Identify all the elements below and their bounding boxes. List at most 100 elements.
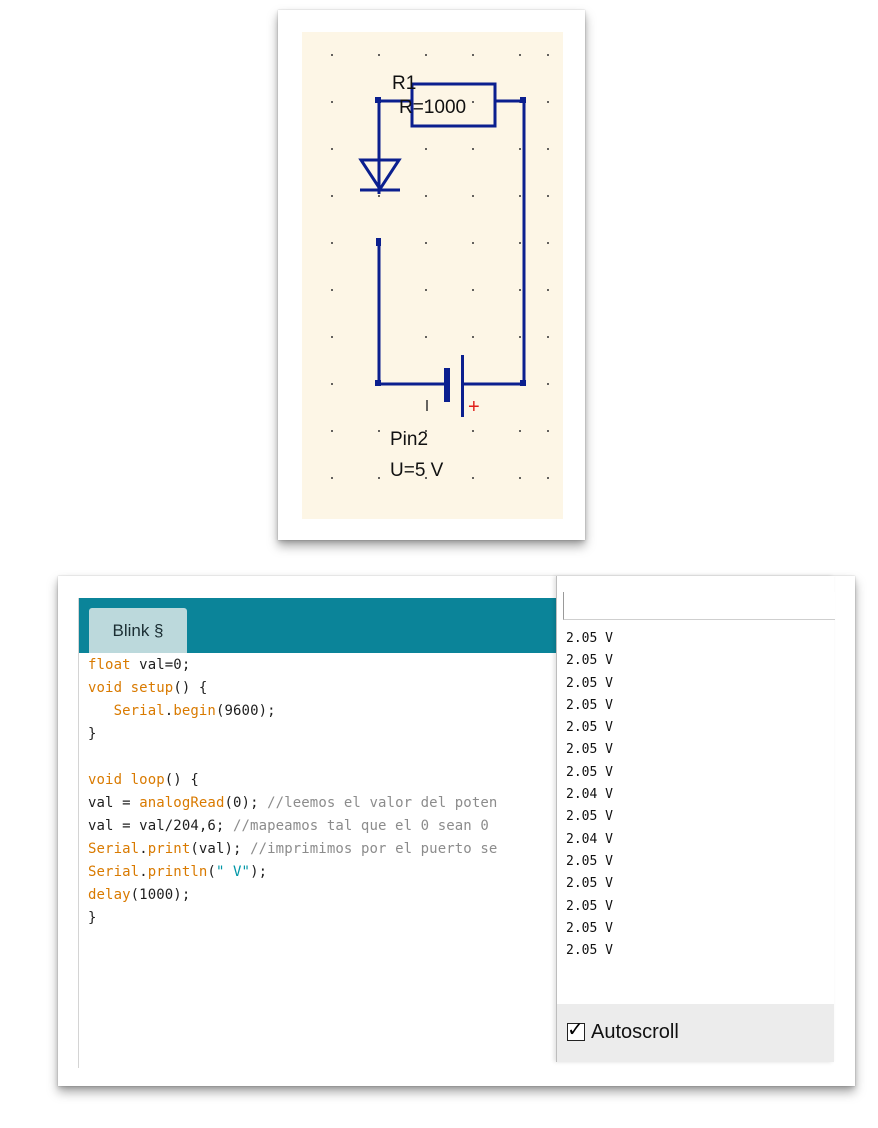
grid-dot [331,430,333,432]
arduino-ide-card: Blink § float val=0; void setup() { Seria… [58,576,855,1086]
grid-dot [425,148,427,150]
grid-dot [519,336,521,338]
grid-dot [519,430,521,432]
source-voltage-label: U=5 V [390,460,444,481]
grid-dot [472,195,474,197]
code-token: (0); [224,795,268,811]
serial-output-line: 2.05 V [566,920,613,936]
positive-terminal-marker: + [468,396,480,418]
code-token: loop [130,772,165,788]
serial-output-line: 2.05 V [566,675,613,691]
checkbox-box[interactable]: ✓ [567,1019,585,1041]
code-line: void loop() { [88,769,556,792]
code-token: (9600); [215,703,276,719]
serial-output-line: 2.05 V [566,697,613,713]
code-token: () { [164,772,199,788]
code-line: val = analogRead(0); //leemos el valor d… [88,792,556,815]
code-area[interactable]: float val=0; void setup() { Serial.begin(… [88,654,556,1054]
grid-dot [472,336,474,338]
grid-dot [425,289,427,291]
code-token: (val); [190,841,251,857]
source-name-label: Pin2 [390,429,428,450]
serial-output-line: 2.05 V [566,720,613,736]
grid-dot [425,242,427,244]
grid-dot [331,195,333,197]
code-editor[interactable]: Blink § float val=0; void setup() { Seria… [78,598,557,1068]
grid-dot [331,242,333,244]
schematic-canvas: + R1 R=1000 Pin2 U=5 V [302,32,563,519]
grid-dot [547,54,549,56]
wire-end-caps [375,97,526,386]
grid-dot [425,336,427,338]
editor-tab-bar: Blink § [79,598,557,653]
code-line: Serial.println(" V"); [88,861,556,884]
code-line: void setup() { [88,677,556,700]
resistor-value-label: R=1000 [399,97,466,118]
code-token: ); [250,864,268,880]
code-token: } [88,910,97,926]
code-token: println [147,864,208,880]
grid-dot [547,430,549,432]
code-token: . [139,841,148,857]
grid-dot [547,101,549,103]
serial-send-input[interactable] [563,592,835,620]
code-token: void [88,772,123,788]
serial-output-line: 2.05 V [566,853,613,869]
code-token: (1000); [130,887,191,903]
schematic-drawing: + R1 R=1000 Pin2 U=5 V [331,54,549,481]
code-token: setup [130,680,174,696]
code-line: Serial.print(val); //imprimimos por el p… [88,838,556,861]
serial-output-line: 2.05 V [566,898,613,914]
code-token: Serial [88,841,140,857]
serial-output-line: 2.04 V [566,787,613,803]
serial-monitor-footer: ✓ Autoscroll [557,1004,834,1062]
code-token: void [88,680,123,696]
grid-dot [519,289,521,291]
code-token: " V" [215,864,251,880]
grid-dot [472,289,474,291]
code-line: float val=0; [88,654,556,677]
grid-dot [331,101,333,103]
grid-dot [331,54,333,56]
grid-dot [547,383,549,385]
serial-output[interactable]: 2.05 V 2.05 V 2.05 V 2.05 V 2.05 V 2.05 V 2.05… [566,628,826,998]
grid-dot [519,195,521,197]
grid-dot [331,289,333,291]
grid-dot [547,336,549,338]
code-line: } [88,907,556,930]
serial-output-line: 2.05 V [566,631,613,646]
code-token: delay [88,887,131,903]
autoscroll-checkbox[interactable]: ✓ Autoscroll [567,1018,679,1046]
code-token: val = [88,795,140,811]
serial-monitor: 2.05 V 2.05 V 2.05 V 2.05 V 2.05 V 2.05 V 2.05… [556,576,835,1062]
code-line: val = val/204,6; //mapeamos tal que el 0… [88,815,556,838]
grid-dot [331,148,333,150]
grid-dot [425,195,427,197]
grid-dot [425,54,427,56]
grid-dot [519,148,521,150]
grid-dot [519,54,521,56]
serial-output-line: 2.05 V [566,943,613,959]
code-token: () { [173,680,208,696]
grid-dot [378,195,380,197]
code-token: //imprimimos por el puerto se [250,841,498,857]
circuit-wires [377,99,526,386]
serial-output-line: 2.05 V [566,809,613,825]
tab-blink[interactable]: Blink § [89,608,187,653]
code-token: print [147,841,191,857]
grid-dot [472,148,474,150]
code-line: delay(1000); [88,884,556,907]
code-token: //mapeamos tal que el 0 sean 0 [233,818,489,834]
grid-dot [331,477,333,479]
serial-output-line: 2.05 V [566,742,613,758]
code-token: val = val/204,6; [88,818,233,834]
code-token: } [88,726,97,742]
circuit-schematic-card: + R1 R=1000 Pin2 U=5 V [278,10,585,540]
grid-dot [378,430,380,432]
autoscroll-label: Autoscroll [591,1020,679,1043]
grid-dot [472,477,474,479]
grid-dot [547,289,549,291]
grid-dot [472,430,474,432]
